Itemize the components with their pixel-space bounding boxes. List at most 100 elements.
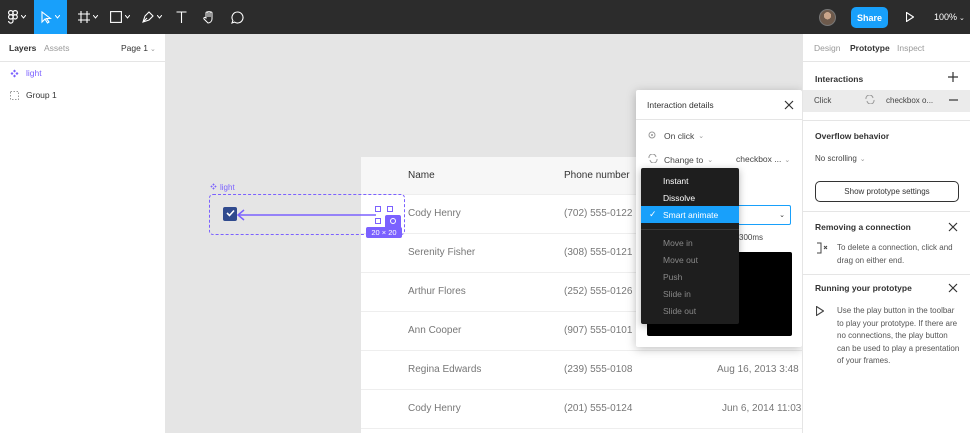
click-trigger-icon [648, 131, 658, 141]
component-name-label[interactable]: light [210, 183, 235, 192]
tab-inspect[interactable]: Inspect [897, 43, 924, 53]
remove-interaction-button[interactable] [949, 95, 958, 108]
text-icon [176, 11, 187, 23]
menu-item-dissolve[interactable]: Dissolve [641, 189, 739, 206]
shape-tool-button[interactable] [105, 0, 135, 34]
text-tool-button[interactable] [170, 0, 192, 34]
cell-name: Cody Henry [408, 403, 461, 414]
menu-item-instant[interactable]: Instant [641, 172, 739, 189]
cell-name: Serenity Fisher [408, 247, 476, 258]
interactions-title: Interactions [815, 74, 864, 84]
figma-logo-icon [7, 10, 18, 24]
pen-tool-button[interactable] [137, 0, 167, 34]
comment-tool-button[interactable] [226, 0, 248, 34]
destination-label: checkbox ... [736, 154, 782, 164]
overflow-title: Overflow behavior [815, 131, 890, 141]
menu-item-move-in: Move in [641, 234, 739, 251]
trigger-select[interactable]: On click ⌄ [648, 131, 704, 141]
animation-dropdown-menu: Instant Dissolve ✓ Smart animate Move in … [641, 168, 739, 324]
menu-item-label: Dissolve [663, 192, 696, 203]
interaction-row[interactable]: Click checkbox o... [803, 90, 970, 112]
cell-phone: (252) 555-0126 [564, 286, 633, 297]
checkbox-checked[interactable] [223, 207, 237, 221]
component-icon [10, 69, 19, 78]
move-tool-button[interactable] [34, 0, 67, 34]
prototype-connection-arrow[interactable] [236, 209, 381, 221]
cell-name: Regina Edwards [408, 364, 482, 375]
action-select[interactable]: Change to ⌄ [648, 153, 714, 165]
zoom-level: 100% [934, 12, 958, 22]
tab-assets[interactable]: Assets [44, 43, 70, 53]
running-prototype-title: Running your prototype [815, 283, 912, 293]
cell-name: Arthur Flores [408, 286, 466, 297]
destination-select[interactable]: checkbox ... ⌄ [736, 154, 790, 164]
close-icon[interactable] [783, 99, 795, 111]
menu-item-smart-animate[interactable]: ✓ Smart animate [641, 206, 739, 223]
share-button[interactable]: Share [851, 7, 888, 28]
change-to-icon [648, 153, 658, 165]
menu-item-label: Move out [663, 254, 698, 265]
zoom-control[interactable]: 100% ⌄ [934, 12, 965, 22]
resize-handle[interactable] [387, 206, 393, 212]
duration-value[interactable]: 300ms [739, 233, 763, 242]
menu-item-push: Push [641, 268, 739, 285]
popup-header: Interaction details [636, 90, 802, 120]
overflow-value: No scrolling [815, 154, 857, 163]
tab-prototype[interactable]: Prototype [850, 43, 890, 53]
removing-connection-text: To delete a connection, click and drag o… [837, 243, 953, 265]
menu-divider [641, 229, 739, 230]
chevron-down-icon: ⌄ [779, 212, 785, 219]
change-to-icon [865, 94, 875, 106]
plus-icon [948, 72, 958, 82]
size-tag: 20 × 20 [366, 227, 402, 238]
hand-tool-button[interactable] [198, 0, 220, 34]
layer-item-light[interactable]: light [0, 62, 165, 84]
cell-date: Jun 6, 2014 11:03 [722, 403, 802, 414]
comment-icon [230, 10, 244, 24]
chevron-down-icon [20, 15, 26, 19]
hand-icon [203, 10, 215, 24]
menu-item-label: Instant [663, 175, 689, 186]
add-interaction-button[interactable] [948, 72, 958, 85]
present-button[interactable] [900, 0, 920, 34]
component-icon [210, 183, 217, 192]
layer-item-group-1[interactable]: Group 1 [0, 84, 165, 106]
table-row[interactable]: Cody Henry (201) 555-0124 Jun 6, 2014 11… [361, 390, 802, 429]
animation-select[interactable]: ⌄ [737, 205, 791, 225]
check-icon [225, 208, 235, 220]
cell-name: Ann Cooper [408, 325, 462, 336]
column-header-name: Name [408, 170, 435, 181]
avatar[interactable] [819, 9, 836, 26]
table-row[interactable]: Regina Edwards (239) 555-0108 Aug 16, 20… [361, 351, 802, 390]
play-icon [906, 12, 914, 22]
cell-phone: (308) 555-0121 [564, 247, 633, 258]
frame-tool-button[interactable] [73, 0, 103, 34]
page-selector[interactable]: Page 1 ⌄ [121, 43, 156, 53]
cell-date: Aug 16, 2013 3:48 [717, 364, 799, 375]
close-icon[interactable] [948, 222, 958, 232]
tab-layers[interactable]: Layers [9, 43, 36, 53]
resize-handle[interactable] [375, 218, 381, 224]
main-menu-button[interactable] [0, 0, 33, 34]
check-icon: ✓ [649, 209, 657, 219]
menu-item-label: Slide in [663, 288, 691, 299]
trigger-label: On click [664, 131, 695, 141]
show-prototype-settings-button[interactable]: Show prototype settings [815, 181, 959, 202]
chevron-down-icon: ⌄ [707, 156, 714, 164]
action-label: Change to [664, 154, 704, 165]
cell-phone: (907) 555-0101 [564, 325, 633, 336]
resize-handle[interactable] [375, 206, 381, 212]
tab-design[interactable]: Design [814, 43, 840, 53]
menu-item-label: Slide out [663, 305, 697, 316]
divider [803, 120, 970, 121]
toolbar: Share 100% ⌄ [0, 0, 970, 34]
layer-label: Group 1 [26, 90, 57, 100]
cell-phone: (201) 555-0124 [564, 403, 633, 414]
chevron-down-icon [125, 15, 130, 19]
connection-icon [816, 242, 828, 256]
overflow-select[interactable]: No scrolling ⌄ [815, 154, 866, 163]
menu-item-label: Push [663, 271, 683, 282]
close-icon[interactable] [948, 283, 958, 293]
divider [803, 274, 970, 275]
menu-item-slide-out: Slide out [641, 302, 739, 319]
